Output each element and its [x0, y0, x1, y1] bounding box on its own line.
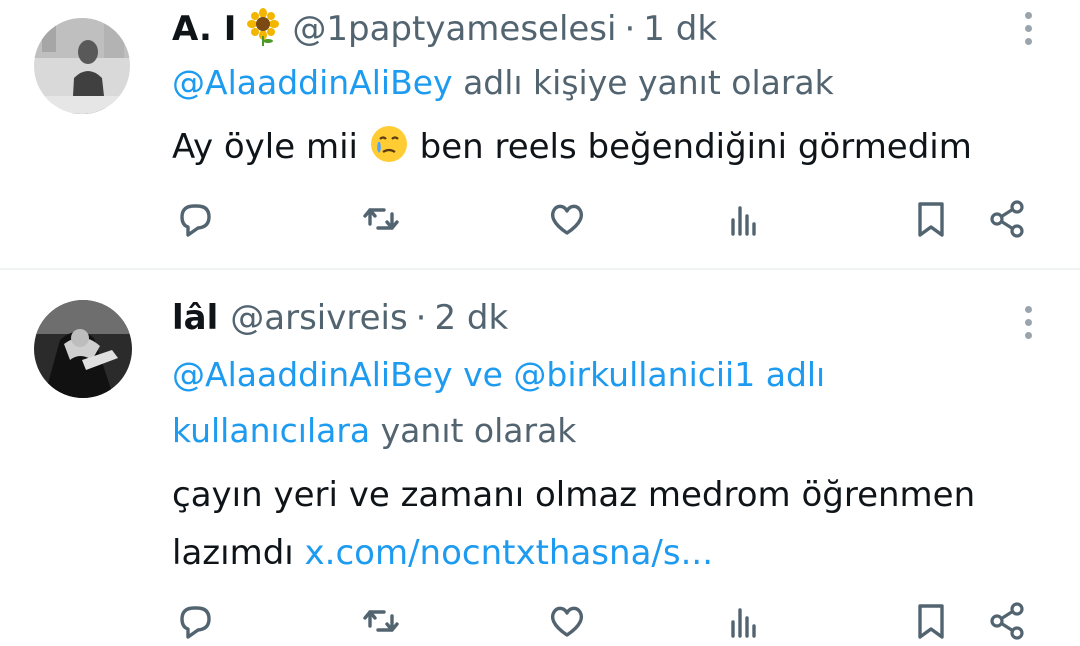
- reply-icon[interactable]: [172, 196, 218, 242]
- tweet-text-line: çayın yeri ve zamanı olmaz medrom öğrenm…: [172, 475, 976, 515]
- tweet-header: A. I @1paptyameselesi · 1 dk: [172, 8, 717, 55]
- like-icon[interactable]: [544, 598, 590, 644]
- face-holding-back-tears-icon: [369, 124, 409, 182]
- tweet-text: çayın yeri ve zamanı olmaz medrom öğrenm…: [172, 466, 975, 582]
- mention-link-continued[interactable]: kullanıcılara: [172, 411, 370, 450]
- replying-to: @AlaaddinAliBey ve @birkullanicii1 adlı: [172, 346, 825, 404]
- reply-joiner: ve: [463, 355, 503, 394]
- user-handle[interactable]: @arsivreis: [230, 298, 407, 338]
- replying-to: @AlaaddinAliBey adlı kişiye yanıt olarak: [172, 54, 834, 112]
- reply-joiner-tail: adlı: [765, 355, 826, 394]
- tweet-header: lâl @arsivreis · 2 dk: [172, 298, 508, 338]
- retweet-icon[interactable]: [358, 598, 404, 644]
- tweet-actions: [172, 598, 1040, 644]
- bookmark-icon[interactable]: [908, 196, 954, 242]
- bookmark-icon[interactable]: [908, 598, 954, 644]
- share-icon[interactable]: [984, 598, 1030, 644]
- mention-link[interactable]: @birkullanicii1: [513, 355, 755, 394]
- more-icon[interactable]: [1022, 12, 1034, 51]
- tweet-link[interactable]: x.com/nocntxthasna/s...: [305, 533, 713, 573]
- retweet-icon[interactable]: [358, 196, 404, 242]
- reply-suffix: adlı kişiye yanıt olarak: [463, 63, 834, 102]
- views-icon[interactable]: [722, 598, 768, 644]
- avatar[interactable]: [34, 18, 130, 114]
- reply-suffix: yanıt olarak: [380, 411, 577, 450]
- share-icon[interactable]: [984, 196, 1030, 242]
- tweet-text: Ay öyle mii ben reels beğendiğini görmed…: [172, 118, 972, 182]
- separator-dot: ·: [624, 9, 636, 49]
- avatar[interactable]: [34, 300, 132, 398]
- tweet-text-part: lazımdı: [172, 533, 294, 573]
- sunflower-icon: [246, 8, 280, 55]
- reply-icon[interactable]: [172, 598, 218, 644]
- tweet-actions: [172, 196, 1040, 242]
- separator-dot: ·: [415, 298, 427, 338]
- timestamp[interactable]: 2 dk: [434, 298, 508, 338]
- replying-to-line-2: kullanıcılara yanıt olarak: [172, 402, 576, 460]
- views-icon[interactable]: [722, 196, 768, 242]
- display-name[interactable]: A. I: [172, 9, 236, 49]
- like-icon[interactable]: [544, 196, 590, 242]
- mention-link[interactable]: @AlaaddinAliBey: [172, 63, 453, 102]
- display-name[interactable]: lâl: [172, 298, 218, 338]
- tweet[interactable]: A. I @1paptyameselesi · 1 dk @AlaaddinAliB…: [0, 0, 1080, 268]
- tweet-text-line: lazımdı x.com/nocntxthasna/s...: [172, 524, 975, 582]
- tweet-text-part: ben reels beğendiğini görmedim: [419, 127, 972, 167]
- tweet-text-part: Ay öyle mii: [172, 127, 358, 167]
- tweet[interactable]: lâl @arsivreis · 2 dk @AlaaddinAliBey ve @b…: [0, 270, 1080, 646]
- timestamp[interactable]: 1 dk: [643, 9, 717, 49]
- user-handle[interactable]: @1paptyameselesi: [292, 9, 616, 49]
- mention-link[interactable]: @AlaaddinAliBey: [172, 355, 453, 394]
- more-icon[interactable]: [1022, 306, 1034, 345]
